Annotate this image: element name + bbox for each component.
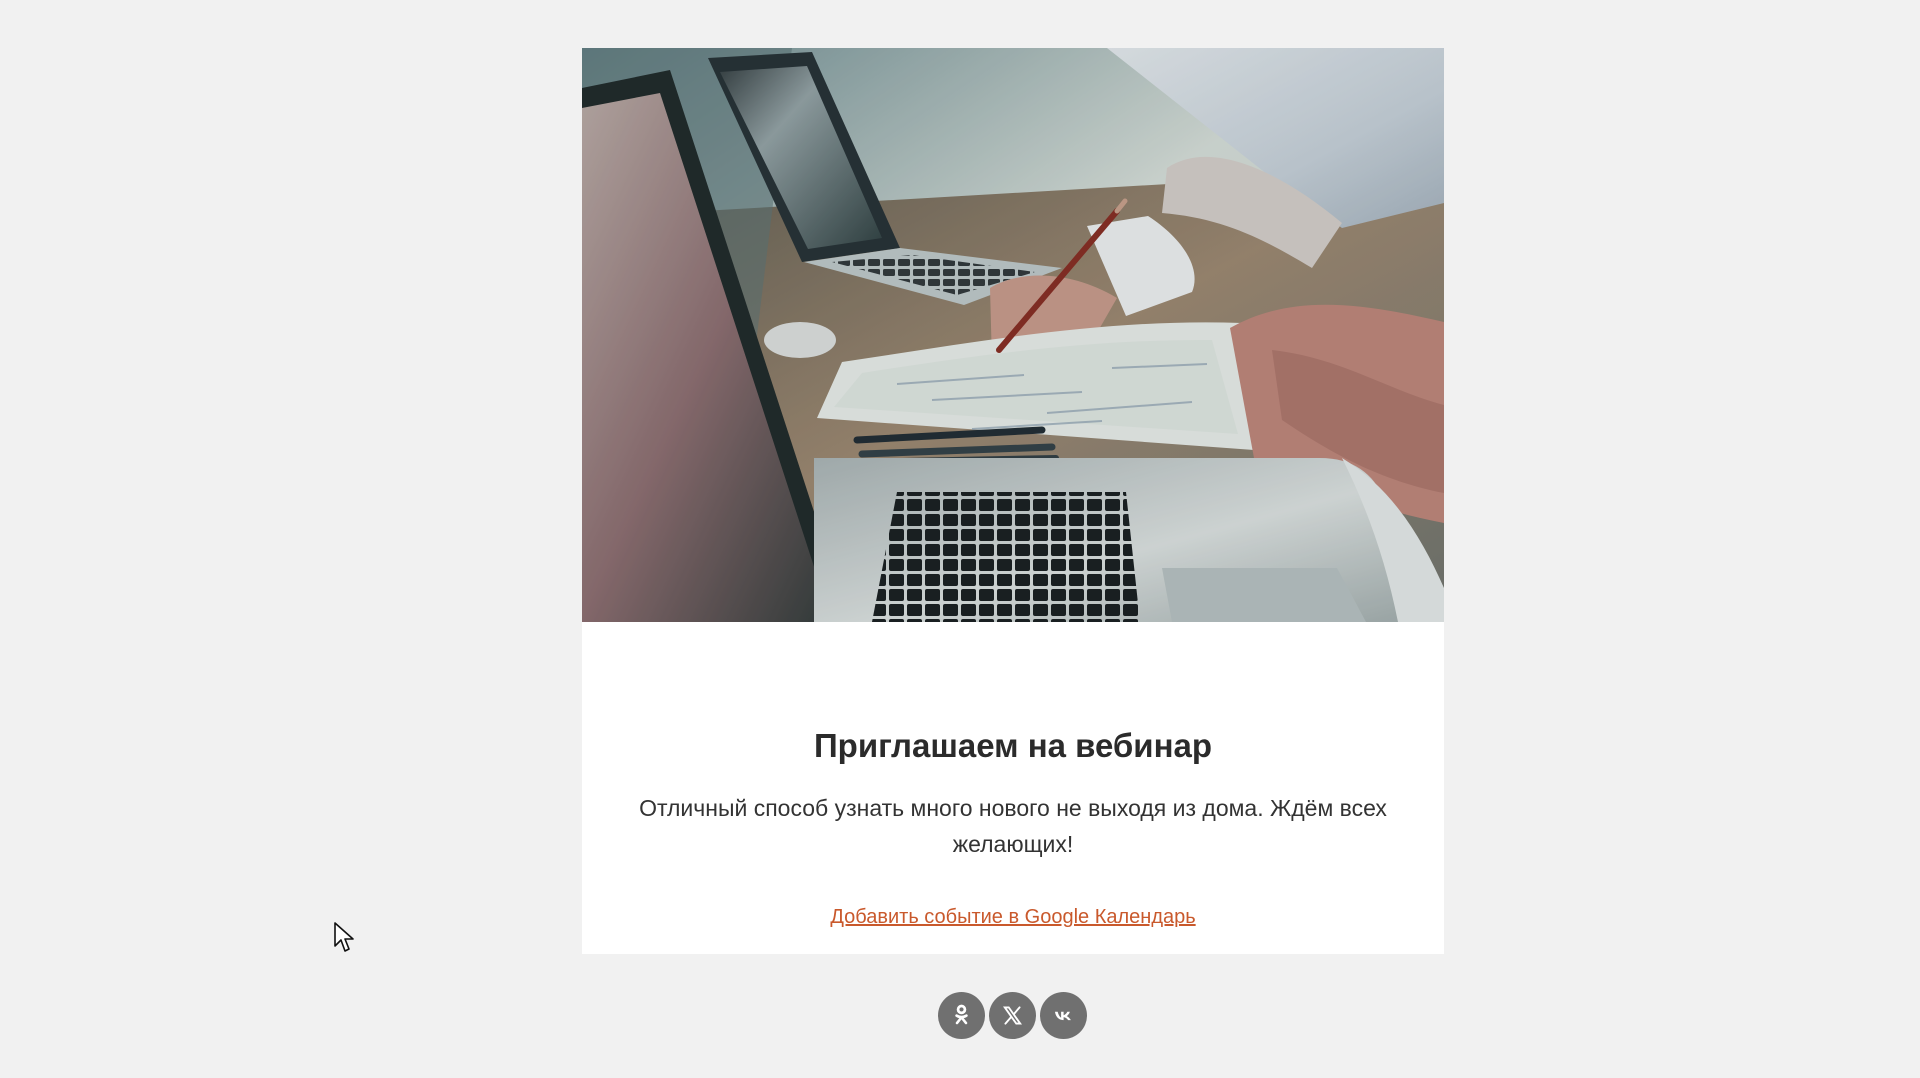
x-social-button[interactable] bbox=[989, 992, 1036, 1039]
mouse-pointer-icon bbox=[334, 922, 354, 952]
vk-icon bbox=[1054, 1011, 1071, 1021]
x-icon bbox=[1002, 1006, 1023, 1025]
hero-image bbox=[582, 48, 1444, 622]
webinar-title: Приглашаем на вебинар bbox=[813, 727, 1213, 764]
vk-social-button[interactable] bbox=[1040, 992, 1087, 1039]
webinar-description: Отличный способ узнать много нового не в… bbox=[639, 795, 1387, 857]
social-links bbox=[938, 992, 1088, 1040]
ok-icon bbox=[955, 1004, 968, 1025]
laptop-desk-photo bbox=[582, 48, 1444, 622]
google-calendar-link[interactable]: Добавить событие в Google Календарь bbox=[582, 904, 1444, 930]
email-content-card: Приглашаем на вебинар Отличный способ уз… bbox=[582, 48, 1444, 954]
email-text-section: Приглашаем на вебинар Отличный способ уз… bbox=[582, 622, 1444, 954]
ok-social-button[interactable] bbox=[938, 992, 985, 1039]
